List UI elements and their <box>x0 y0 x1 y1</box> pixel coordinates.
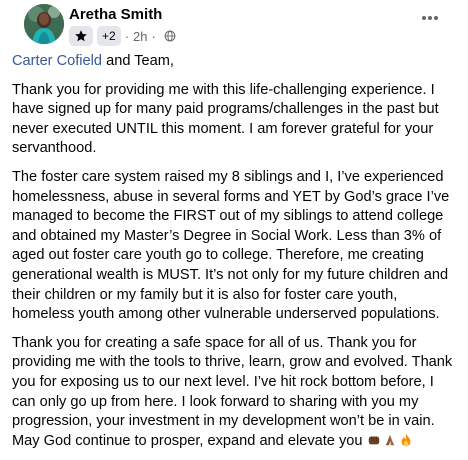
greeting-line: Carter Cofield and Team, <box>12 52 460 72</box>
star-badge[interactable] <box>69 26 93 46</box>
author-name[interactable]: Aretha Smith <box>69 5 162 25</box>
globe-icon[interactable] <box>164 30 176 42</box>
avatar[interactable] <box>24 4 64 44</box>
meta-separator: · <box>124 28 130 44</box>
more-horizontal-icon <box>422 16 438 20</box>
greeting-rest: and Team, <box>102 53 174 69</box>
post-header: Aretha Smith +2 · 2h · <box>12 0 456 52</box>
mention-link[interactable]: Carter Cofield <box>12 53 102 69</box>
meta-separator: · <box>151 28 156 44</box>
facebook-post: Aretha Smith +2 · 2h · Carter Cofield an… <box>0 0 468 449</box>
post-time[interactable]: 2h <box>133 29 147 44</box>
paragraph-2: The foster care system raised my 8 sibli… <box>12 168 450 323</box>
star-icon <box>75 30 87 42</box>
post-content: Carter Cofield and Team, Thank you for p… <box>12 52 460 460</box>
badge-count[interactable]: +2 <box>97 26 121 46</box>
paragraph-3-wrap: Thank you for creating a safe space for … <box>12 334 460 452</box>
paragraph-3: Thank you for creating a safe space for … <box>12 334 453 449</box>
post-meta: +2 · 2h · <box>69 26 176 46</box>
more-options-button[interactable] <box>418 10 442 26</box>
paragraph-1: Thank you for providing me with this lif… <box>12 81 439 157</box>
